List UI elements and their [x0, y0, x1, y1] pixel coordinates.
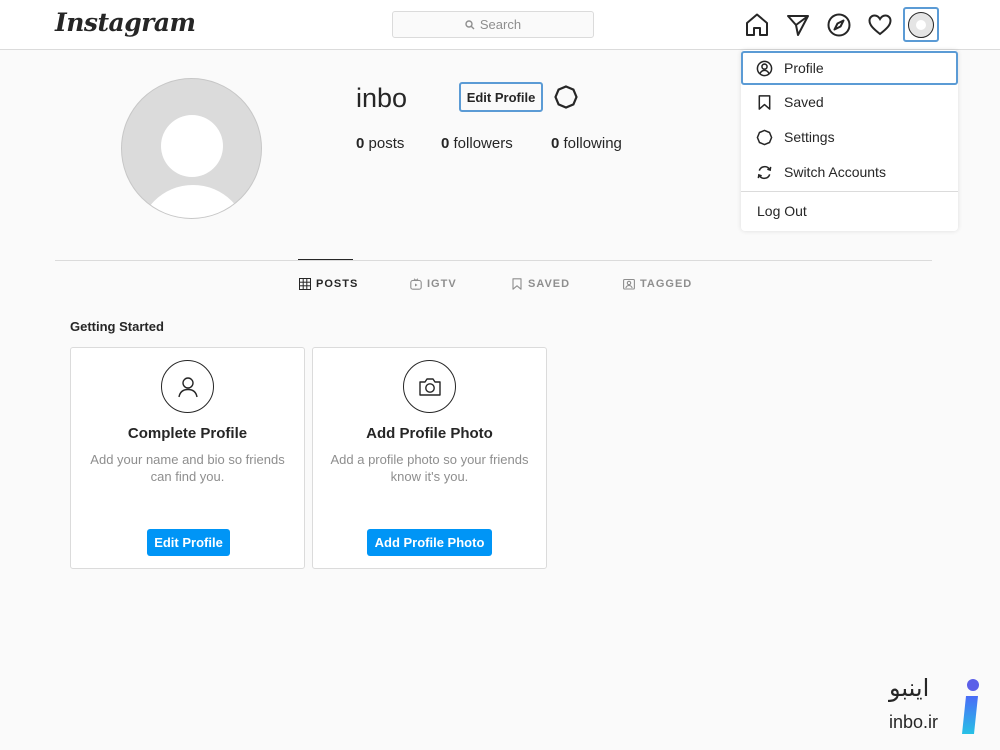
direct-icon[interactable] — [785, 12, 811, 38]
dropdown-item-label: Saved — [784, 94, 824, 110]
stat-followers[interactable]: 0 followers — [441, 135, 513, 152]
card-description: Add a profile photo so your friends know… — [330, 452, 529, 484]
profile-avatar-button[interactable] — [903, 7, 939, 42]
tab-igtv[interactable]: IGTV — [410, 278, 457, 290]
tab-tagged[interactable]: TAGGED — [623, 278, 692, 290]
watermark-url-text: inbo.ir — [889, 712, 939, 732]
stat-following[interactable]: 0 following — [551, 135, 622, 152]
search-input[interactable]: Search — [392, 11, 594, 38]
dropdown-item-label: Switch Accounts — [784, 164, 886, 180]
home-icon[interactable] — [744, 12, 770, 38]
card-edit-profile-button[interactable]: Edit Profile — [147, 529, 230, 556]
watermark-persian-text: اینبو — [889, 674, 930, 702]
stat-posts[interactable]: 0 posts — [356, 135, 404, 152]
edit-profile-button[interactable]: Edit Profile — [459, 82, 543, 112]
search-icon — [465, 19, 475, 29]
search-placeholder: Search — [479, 17, 522, 32]
dropdown-divider — [741, 191, 958, 192]
add-profile-photo-card: Add Profile Photo Add a profile photo so… — [312, 347, 547, 569]
tab-posts[interactable]: POSTS — [299, 278, 358, 290]
tab-label: SAVED — [528, 278, 571, 290]
bookmark-icon — [512, 278, 522, 290]
log-out-button[interactable]: Log Out — [741, 193, 958, 229]
dropdown-item-settings[interactable]: Settings — [741, 120, 958, 154]
tab-saved[interactable]: SAVED — [511, 278, 570, 290]
getting-started-heading: Getting Started — [70, 319, 164, 334]
tab-label: TAGGED — [640, 278, 693, 290]
complete-profile-card: Complete Profile Add your name and bio s… — [70, 347, 305, 569]
dropdown-item-switch-accounts[interactable]: Switch Accounts — [741, 155, 958, 189]
dropdown-item-profile[interactable]: Profile — [741, 51, 958, 85]
active-tab-indicator — [298, 259, 353, 260]
camera-icon — [403, 360, 456, 413]
inbo-watermark: اینبو inbo.ir — [885, 672, 995, 742]
profile-dropdown-menu: Profile Saved Settings Switch Accounts L… — [741, 50, 958, 231]
settings-gear-icon[interactable] — [553, 84, 579, 110]
tab-label: POSTS — [316, 278, 359, 290]
dropdown-item-label: Settings — [784, 129, 835, 145]
settings-icon — [756, 129, 773, 145]
instagram-logo[interactable]: Instagram — [55, 8, 196, 37]
explore-icon[interactable] — [826, 12, 852, 38]
dropdown-item-label: Profile — [784, 60, 824, 76]
activity-heart-icon[interactable] — [867, 12, 893, 38]
top-navigation-bar: Instagram Search — [0, 0, 1000, 50]
tab-label: IGTV — [427, 278, 457, 290]
card-add-profile-photo-button[interactable]: Add Profile Photo — [367, 529, 492, 556]
card-description: Add your name and bio so friends can fin… — [90, 452, 285, 484]
person-icon — [161, 360, 214, 413]
bookmark-icon — [758, 94, 771, 110]
avatar-icon — [908, 11, 934, 38]
profile-picture-placeholder[interactable] — [121, 78, 262, 219]
tagged-icon — [623, 278, 635, 290]
grid-icon — [299, 278, 311, 290]
profile-icon — [756, 60, 773, 76]
igtv-icon — [410, 278, 422, 290]
dropdown-item-saved[interactable]: Saved — [741, 85, 958, 119]
card-title: Complete Profile — [127, 425, 248, 442]
profile-username: inbo — [356, 83, 408, 113]
inbo-logo-icon — [962, 679, 979, 734]
card-title: Add Profile Photo — [366, 425, 493, 442]
tabs-divider — [55, 260, 932, 261]
switch-accounts-icon — [757, 165, 772, 179]
